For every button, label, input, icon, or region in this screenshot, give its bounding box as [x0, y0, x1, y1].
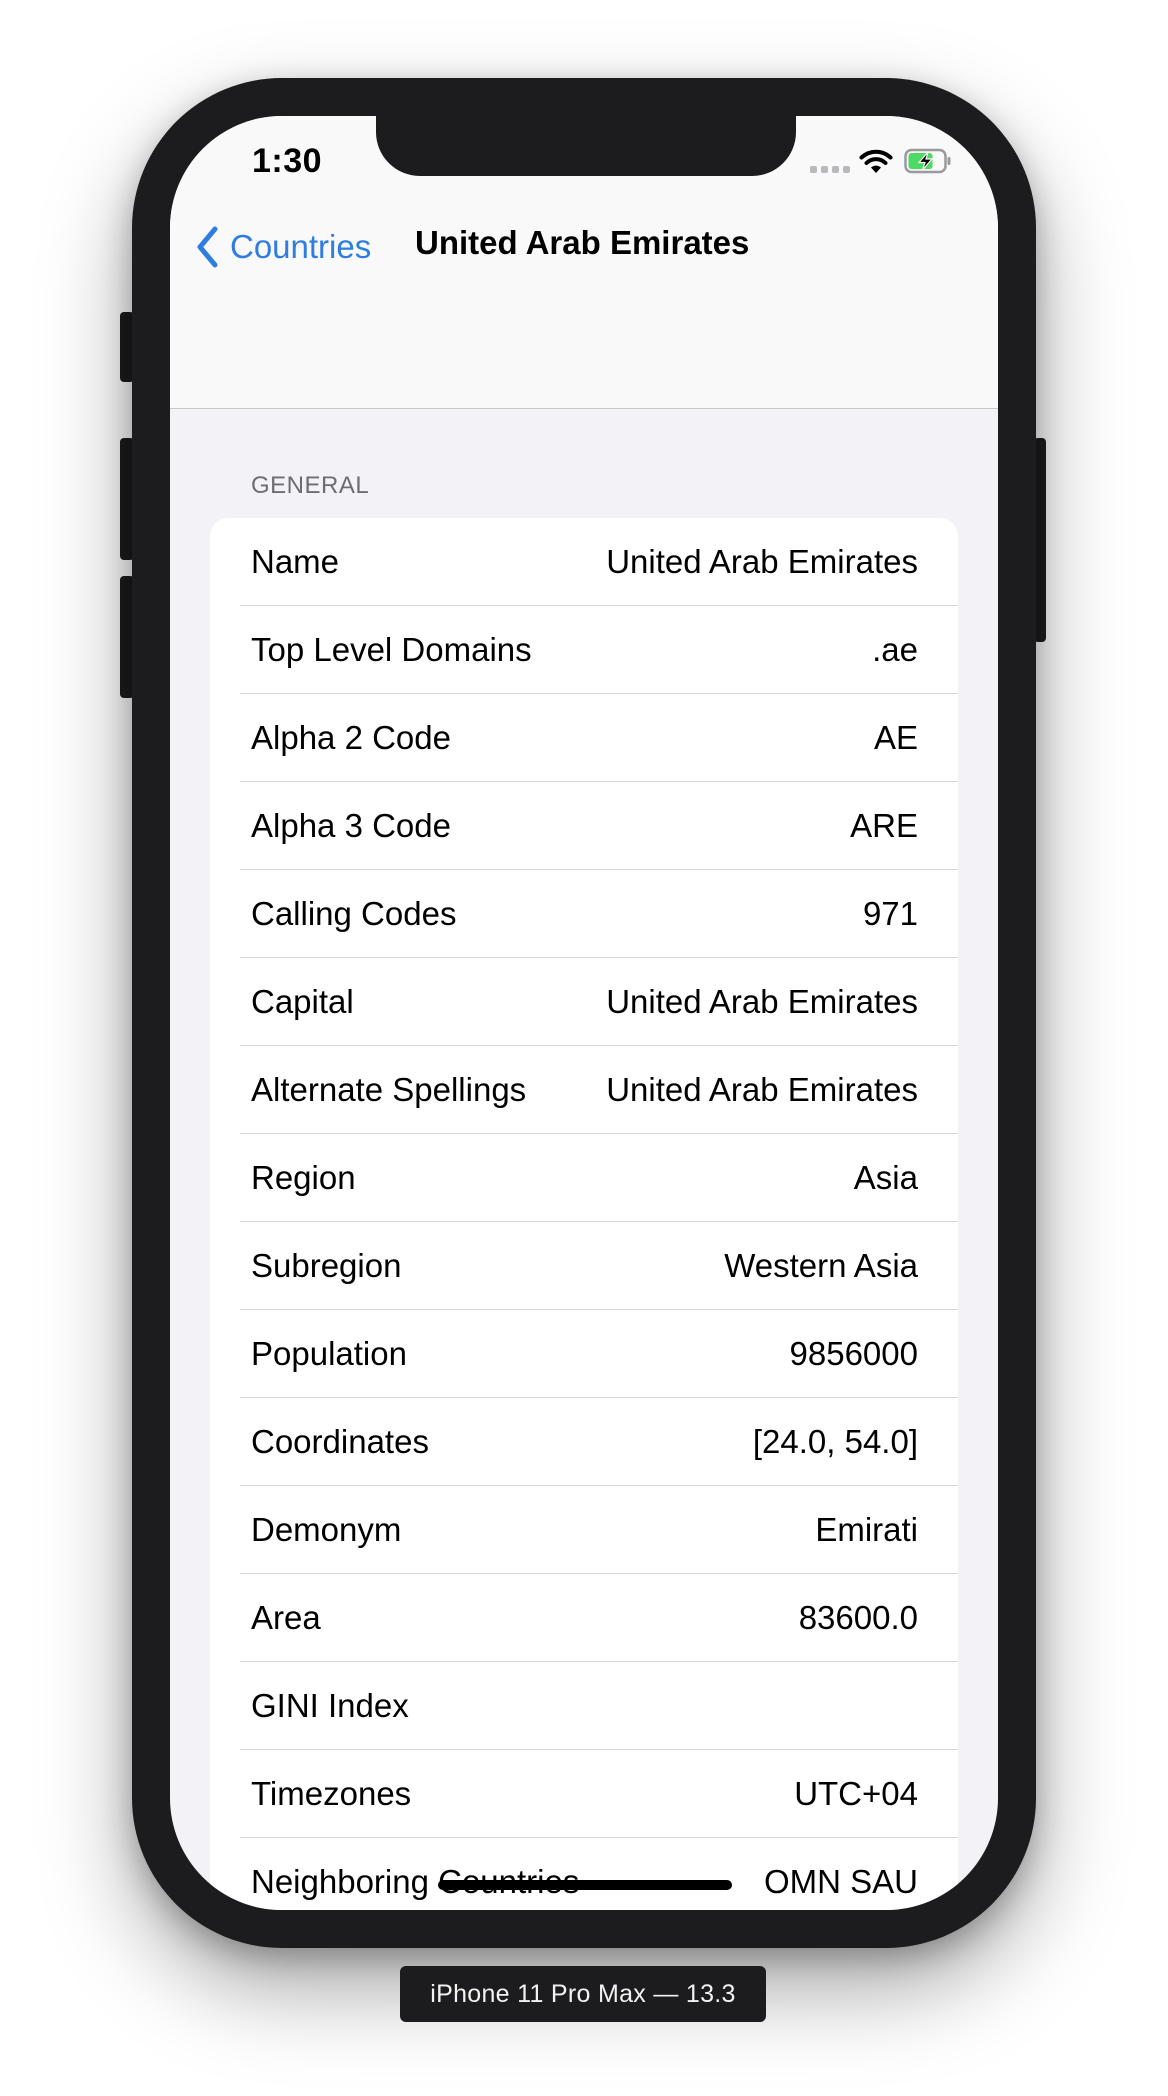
- detail-group: Name United Arab Emirates Top Level Domain…: [210, 518, 958, 1910]
- row-value: Asia: [853, 1159, 918, 1196]
- row-label: Alpha 2 Code: [251, 719, 451, 756]
- row-label: GINI Index: [251, 1687, 409, 1724]
- back-button-label: Countries: [230, 228, 372, 265]
- page-title: United Arab Emirates: [415, 224, 750, 261]
- table-row: Population 9856000: [210, 1310, 958, 1398]
- row-value: UTC+04: [794, 1775, 918, 1812]
- table-row: Alternate Spellings United Arab Emirates: [210, 1046, 958, 1134]
- status-time: 1:30: [252, 142, 323, 180]
- wifi-icon: [859, 149, 893, 173]
- row-label: Population: [251, 1335, 407, 1372]
- table-row: Timezones UTC+04: [210, 1750, 958, 1838]
- row-label: Alternate Spellings: [251, 1071, 527, 1108]
- table-row: Neighboring Countries OMN SAU: [210, 1838, 958, 1910]
- phone-screen: 1:30 Countries United Arab Emirates GENE…: [170, 116, 998, 1910]
- row-label: Name: [251, 543, 340, 580]
- row-value: Western Asia: [724, 1247, 918, 1284]
- section-header: GENERAL: [251, 472, 370, 499]
- table-row: Subregion Western Asia: [210, 1222, 958, 1310]
- row-label: Demonym: [251, 1511, 402, 1548]
- row-label: Region: [251, 1159, 356, 1196]
- table-row: Area 83600.0: [210, 1574, 958, 1662]
- notch: [376, 116, 796, 176]
- simulator-stage: 1:30 Countries United Arab Emirates GENE…: [0, 0, 1168, 2096]
- row-value: 9856000: [789, 1335, 918, 1372]
- row-label: Subregion: [251, 1247, 402, 1284]
- table-row: Calling Codes 971: [210, 870, 958, 958]
- table-row: Capital United Arab Emirates: [210, 958, 958, 1046]
- row-value: United Arab Emirates: [606, 983, 918, 1020]
- row-value: United Arab Emirates: [606, 1071, 918, 1108]
- row-label: Area: [251, 1599, 321, 1636]
- battery-charging-icon: [904, 148, 951, 174]
- back-button[interactable]: Countries: [192, 222, 371, 272]
- row-label: Timezones: [251, 1775, 412, 1812]
- row-value: [24.0, 54.0]: [752, 1423, 918, 1460]
- table-row: Alpha 3 Code ARE: [210, 782, 958, 870]
- row-value: OMN SAU: [763, 1863, 918, 1900]
- row-value: 971: [862, 895, 918, 932]
- table-row: Demonym Emirati: [210, 1486, 958, 1574]
- row-value: United Arab Emirates: [606, 543, 918, 580]
- row-value: .ae: [872, 631, 918, 668]
- row-label: Capital: [251, 983, 354, 1020]
- navigation-bar: Countries United Arab Emirates: [170, 224, 998, 409]
- row-value: 83600.0: [798, 1599, 918, 1636]
- row-label: Top Level Domains: [251, 631, 532, 668]
- table-row: Coordinates [24.0, 54.0]: [210, 1398, 958, 1486]
- row-label: Coordinates: [251, 1423, 429, 1460]
- row-label: Alpha 3 Code: [251, 807, 451, 844]
- row-value: AE: [873, 719, 918, 756]
- table-row: Alpha 2 Code AE: [210, 694, 958, 782]
- table-view[interactable]: GENERAL Name United Arab Emirates Top Leve…: [170, 408, 998, 1910]
- row-value: ARE: [850, 807, 918, 844]
- table-row: Region Asia: [210, 1134, 958, 1222]
- table-row: Top Level Domains .ae: [210, 606, 958, 694]
- device-label: iPhone 11 Pro Max — 13.3: [400, 1966, 766, 2022]
- table-row: Name United Arab Emirates: [210, 518, 958, 606]
- chevron-left-icon: [197, 226, 218, 268]
- home-indicator[interactable]: [438, 1880, 732, 1890]
- row-label: Calling Codes: [251, 895, 457, 932]
- cellular-signal-icon: [810, 166, 850, 173]
- row-value: Emirati: [815, 1511, 918, 1548]
- table-row: GINI Index: [210, 1662, 958, 1750]
